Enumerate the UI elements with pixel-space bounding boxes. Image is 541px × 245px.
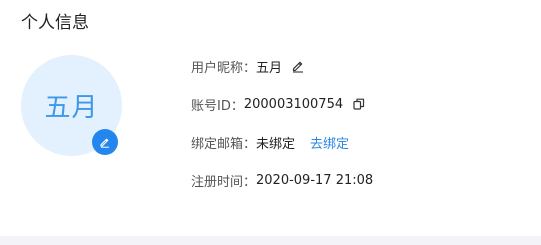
account-id-row: 账号ID： 200003100754	[191, 94, 367, 114]
avatar-text: 五月	[44, 93, 99, 123]
copy-icon	[353, 98, 365, 110]
email-value: 未绑定	[256, 136, 296, 152]
pencil-icon	[100, 138, 109, 148]
nickname-row: 用户昵称： 五月	[191, 56, 306, 76]
register-time-label: 注册时间：	[191, 174, 257, 190]
register-time-row: 注册时间： 2020-09-17 21:08	[191, 170, 373, 190]
account-id-value: 200003100754	[243, 96, 344, 112]
bind-email-link[interactable]: 去绑定	[310, 133, 349, 152]
nickname-value: 五月	[256, 60, 283, 76]
pencil-icon	[292, 61, 304, 73]
bottom-divider	[0, 236, 541, 245]
avatar-edit-button[interactable]	[92, 129, 118, 155]
nickname-label: 用户昵称：	[191, 60, 257, 76]
page-title: 个人信息	[21, 13, 89, 33]
email-row: 绑定邮箱： 未绑定 去绑定	[191, 132, 349, 152]
copy-account-id-button[interactable]	[351, 96, 367, 112]
email-label: 绑定邮箱：	[191, 136, 257, 152]
register-time-value: 2020-09-17 21:08	[256, 172, 374, 188]
account-id-label: 账号ID：	[191, 98, 244, 114]
edit-nickname-button[interactable]	[290, 58, 306, 74]
